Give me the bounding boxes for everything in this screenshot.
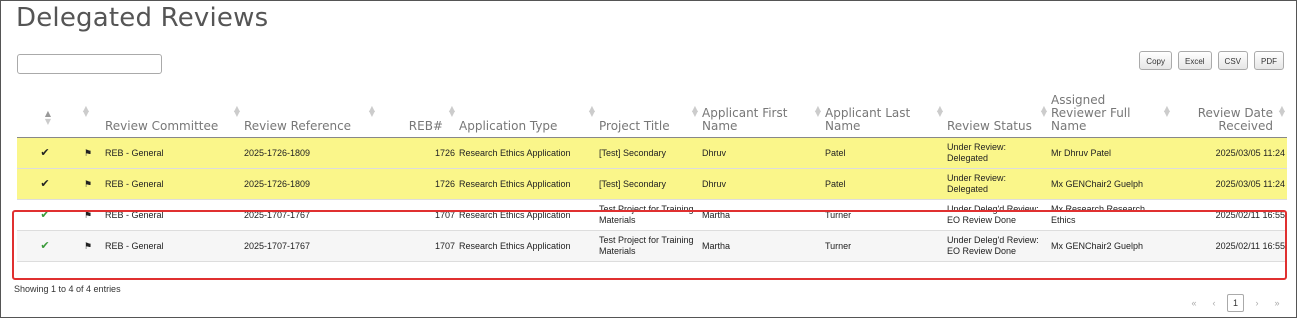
cell-applicant-last-name: Patel — [823, 137, 945, 169]
table-header-row: ▲ ▼ ▲ ▼ Review Committee ▲ ▼ Review Referenc… — [17, 89, 1287, 138]
check-icon[interactable]: ✔ — [17, 168, 73, 200]
cell-reb-number: 1707 — [377, 230, 457, 262]
cell-applicant-first-name: Dhruv — [700, 137, 823, 169]
excel-button[interactable]: Excel — [1177, 51, 1212, 70]
col-header-review-status[interactable]: Review Status ▲ ▼ — [945, 89, 1049, 138]
sort-asc-icon: ▲ — [44, 109, 51, 118]
cell-review-date: 2025/03/05 11:24 — [1172, 168, 1287, 200]
cell-applicant-first-name: Martha — [700, 199, 823, 231]
cell-review-reference: 2025-1707-1767 — [242, 230, 377, 262]
col-header-check[interactable]: ▲ ▼ — [17, 89, 73, 138]
cell-project-title: [Test] Secondary — [597, 168, 700, 200]
table-row[interactable]: ✔ ⚑ REB - General 2025-1707-1767 1707 Researc… — [17, 199, 1287, 231]
cell-reb-number: 1726 — [377, 168, 457, 200]
cell-assigned-reviewer: Mx Research Research Ethics — [1049, 199, 1172, 231]
reviews-table: ▲ ▼ ▲ ▼ Review Committee ▲ ▼ Review Referenc… — [17, 89, 1287, 262]
cell-applicant-last-name: Turner — [823, 199, 945, 231]
flag-icon[interactable]: ⚑ — [73, 230, 103, 262]
cell-applicant-last-name: Turner — [823, 230, 945, 262]
cell-review-status: Under Deleg'd Review: EO Review Done — [945, 230, 1049, 262]
table-row[interactable]: ✔ ⚑ REB - General 2025-1726-1809 1726 Researc… — [17, 137, 1287, 169]
last-page-button[interactable]: » — [1270, 298, 1284, 308]
cell-review-status: Under Review: Delegated — [945, 168, 1049, 200]
cell-applicant-first-name: Dhruv — [700, 168, 823, 200]
copy-button[interactable]: Copy — [1139, 51, 1172, 70]
entries-info: Showing 1 to 4 of 4 entries — [14, 284, 121, 294]
cell-review-date: 2025/03/05 11:24 — [1172, 137, 1287, 169]
sort-icon: ▲ ▼ — [1278, 104, 1285, 118]
cell-review-reference: 2025-1726-1809 — [242, 137, 377, 169]
sort-icon: ▲ ▼ — [691, 104, 698, 118]
sort-icon: ▲ ▼ — [936, 104, 943, 118]
sort-icon: ▲ ▼ — [1040, 104, 1047, 118]
next-page-button[interactable]: › — [1250, 298, 1264, 308]
col-header-flag[interactable]: ▲ ▼ — [73, 89, 103, 138]
sort-icon: ▲ ▼ — [82, 104, 89, 118]
cell-applicant-first-name: Martha — [700, 230, 823, 262]
pagination: « ‹ 1 › » — [1187, 294, 1284, 312]
cell-assigned-reviewer: Mx GENChair2 Guelph — [1049, 230, 1172, 262]
col-header-reb-number[interactable]: REB# ▲ ▼ — [377, 89, 457, 138]
cell-project-title: Test Project for Training Materials — [597, 199, 700, 231]
sort-icon: ▲ ▼ — [1163, 104, 1170, 118]
cell-review-committee: REB - General — [103, 199, 242, 231]
sort-icon: ▲ ▼ — [368, 104, 375, 118]
cell-application-type: Research Ethics Application — [457, 199, 597, 231]
sort-icon: ▲ ▼ — [233, 104, 240, 118]
col-header-applicant-last-name[interactable]: Applicant Last Name ▲ ▼ — [823, 89, 945, 138]
sort-icon: ▼ — [44, 117, 51, 126]
cell-application-type: Research Ethics Application — [457, 230, 597, 262]
export-buttons: Copy Excel CSV PDF — [1139, 51, 1284, 70]
flag-icon[interactable]: ⚑ — [73, 199, 103, 231]
check-icon[interactable]: ✔ — [17, 137, 73, 169]
cell-reb-number: 1726 — [377, 137, 457, 169]
cell-review-committee: REB - General — [103, 137, 242, 169]
sort-icon: ▲ ▼ — [814, 104, 821, 118]
cell-application-type: Research Ethics Application — [457, 168, 597, 200]
first-page-button[interactable]: « — [1187, 298, 1201, 308]
sort-icon: ▲ ▼ — [588, 104, 595, 118]
col-header-review-committee[interactable]: Review Committee ▲ ▼ — [103, 89, 242, 138]
cell-review-committee: REB - General — [103, 230, 242, 262]
col-header-assigned-reviewer[interactable]: Assigned Reviewer Full Name ▲ ▼ — [1049, 89, 1172, 138]
delegated-reviews-panel: Delegated Reviews Copy Excel CSV PDF ▲ ▼ … — [0, 0, 1297, 318]
table-row[interactable]: ✔ ⚑ REB - General 2025-1707-1767 1707 Researc… — [17, 230, 1287, 262]
pdf-button[interactable]: PDF — [1254, 51, 1284, 70]
cell-project-title: [Test] Secondary — [597, 137, 700, 169]
col-header-review-reference[interactable]: Review Reference ▲ ▼ — [242, 89, 377, 138]
col-header-applicant-first-name[interactable]: Applicant First Name ▲ ▼ — [700, 89, 823, 138]
cell-application-type: Research Ethics Application — [457, 137, 597, 169]
search-input[interactable] — [17, 54, 162, 74]
cell-review-status: Under Deleg'd Review: EO Review Done — [945, 199, 1049, 231]
flag-icon[interactable]: ⚑ — [73, 137, 103, 169]
cell-applicant-last-name: Patel — [823, 168, 945, 200]
cell-review-reference: 2025-1707-1767 — [242, 199, 377, 231]
check-icon[interactable]: ✔ — [17, 230, 73, 262]
cell-review-reference: 2025-1726-1809 — [242, 168, 377, 200]
prev-page-button[interactable]: ‹ — [1207, 298, 1221, 308]
sort-icon: ▲ ▼ — [448, 104, 455, 118]
cell-review-committee: REB - General — [103, 168, 242, 200]
col-header-project-title[interactable]: Project Title ▲ ▼ — [597, 89, 700, 138]
cell-review-date: 2025/02/11 16:55 — [1172, 230, 1287, 262]
cell-reb-number: 1707 — [377, 199, 457, 231]
cell-review-status: Under Review: Delegated — [945, 137, 1049, 169]
csv-button[interactable]: CSV — [1217, 51, 1248, 70]
table-row[interactable]: ✔ ⚑ REB - General 2025-1726-1809 1726 Researc… — [17, 168, 1287, 200]
cell-review-date: 2025/02/11 16:55 — [1172, 199, 1287, 231]
check-icon[interactable]: ✔ — [17, 199, 73, 231]
flag-icon[interactable]: ⚑ — [73, 168, 103, 200]
col-header-application-type[interactable]: Application Type ▲ ▼ — [457, 89, 597, 138]
cell-project-title: Test Project for Training Materials — [597, 230, 700, 262]
cell-assigned-reviewer: Mr Dhruv Patel — [1049, 137, 1172, 169]
cell-assigned-reviewer: Mx GENChair2 Guelph — [1049, 168, 1172, 200]
col-header-review-date[interactable]: Review Date Received ▲ ▼ — [1172, 89, 1287, 138]
page-title: Delegated Reviews — [16, 3, 269, 33]
page-1-button[interactable]: 1 — [1226, 294, 1244, 312]
